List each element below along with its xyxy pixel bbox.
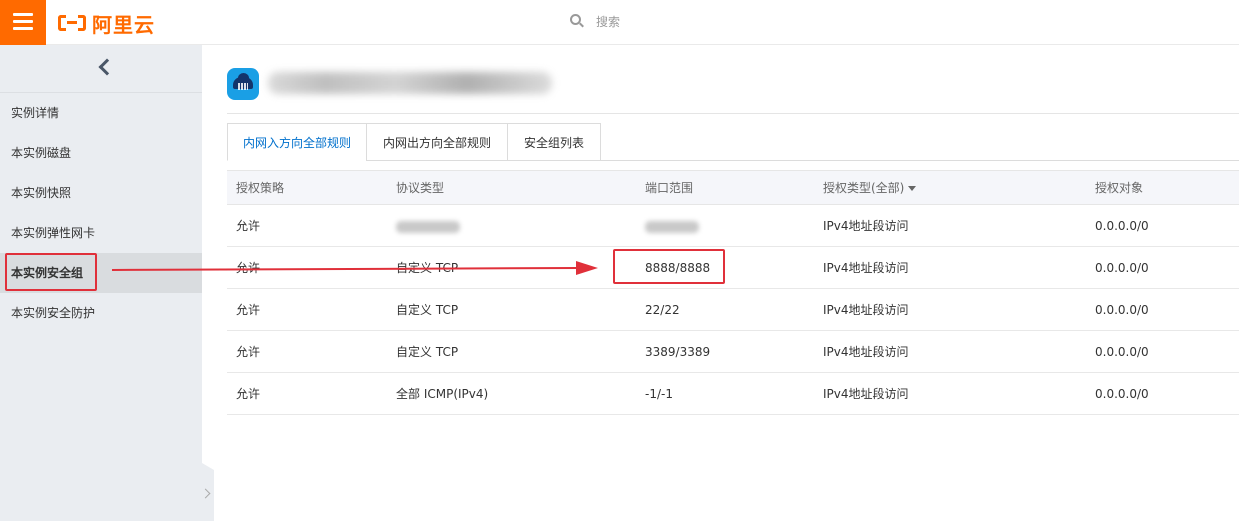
cell-target: 0.0.0.0/0	[1095, 345, 1149, 359]
cloud-server-icon	[227, 68, 259, 100]
col-header-auth-type[interactable]: 授权类型(全部)	[823, 171, 917, 206]
tab-baseline	[600, 160, 1239, 161]
col-header-auth-type-label: 授权类型(全部)	[823, 181, 905, 195]
table-header: 授权策略 协议类型 端口范围 授权类型(全部) 授权对象	[227, 170, 1239, 205]
table-row: 允许 自定义 TCP 22/22 IPv4地址段访问 0.0.0.0/0	[227, 289, 1239, 331]
cell-policy: 允许	[236, 387, 261, 401]
cell-auth-type: IPv4地址段访问	[823, 303, 909, 317]
cell-protocol: 全部 ICMP(IPv4)	[396, 387, 489, 401]
sidebar-item-instance-details[interactable]: 实例详情	[0, 93, 202, 133]
search-box[interactable]: 搜索	[570, 11, 620, 31]
cell-policy: 允许	[236, 303, 261, 317]
search-placeholder[interactable]: 搜索	[596, 13, 620, 30]
cell-protocol-redacted	[396, 205, 460, 247]
aliyun-logo-icon	[58, 13, 86, 33]
menu-icon[interactable]	[0, 0, 46, 45]
sidebar-item-label: 本实例快照	[11, 186, 72, 200]
table-row: 允许 IPv4地址段访问 0.0.0.0/0	[227, 205, 1239, 247]
cell-protocol: 自定义 TCP	[396, 261, 459, 275]
col-header-port: 端口范围	[645, 181, 694, 195]
cell-auth-type: IPv4地址段访问	[823, 261, 909, 275]
search-icon[interactable]	[570, 14, 584, 28]
annotation-box-security-group	[5, 253, 97, 291]
cell-port: 22/22	[645, 303, 680, 317]
sidebar-item-label: 实例详情	[11, 106, 60, 120]
cell-protocol: 自定义 TCP	[396, 303, 459, 317]
divider	[227, 113, 1239, 114]
brand-logo[interactable]: 阿里云	[58, 10, 155, 37]
top-bar: 阿里云 搜索	[0, 0, 1239, 45]
sidebar-item-snapshots[interactable]: 本实例快照	[0, 173, 202, 213]
col-header-target: 授权对象	[1095, 181, 1144, 195]
sidebar-item-label: 本实例安全防护	[11, 306, 96, 320]
cell-target: 0.0.0.0/0	[1095, 387, 1149, 401]
back-button[interactable]	[0, 45, 202, 93]
brand-name: 阿里云	[92, 12, 155, 37]
cell-policy: 允许	[236, 261, 261, 275]
col-header-protocol: 协议类型	[396, 181, 445, 195]
sidebar-item-disks[interactable]: 本实例磁盘	[0, 133, 202, 173]
cell-auth-type: IPv4地址段访问	[823, 345, 909, 359]
sidebar-item-label: 本实例弹性网卡	[11, 226, 96, 240]
tab-label: 内网出方向全部规则	[382, 136, 491, 150]
cell-policy: 允许	[236, 219, 261, 233]
chevron-left-icon	[98, 58, 116, 76]
cell-target: 0.0.0.0/0	[1095, 303, 1149, 317]
sidebar-item-eni[interactable]: 本实例弹性网卡	[0, 213, 202, 253]
tab-label: 内网入方向全部规则	[242, 136, 351, 150]
cell-target: 0.0.0.0/0	[1095, 261, 1149, 275]
cell-auth-type: IPv4地址段访问	[823, 219, 909, 233]
tab-security-group-list[interactable]: 安全组列表	[507, 123, 601, 161]
table-row: 允许 全部 ICMP(IPv4) -1/-1 IPv4地址段访问 0.0.0.0…	[227, 373, 1239, 415]
tab-outbound-rules[interactable]: 内网出方向全部规则	[366, 123, 508, 161]
cell-port: -1/-1	[645, 387, 673, 401]
table-row: 允许 自定义 TCP 8888/8888 IPv4地址段访问 0.0.0.0/0	[227, 247, 1239, 289]
instance-name-redacted	[268, 72, 552, 94]
cell-port: 3389/3389	[645, 345, 711, 359]
col-header-policy: 授权策略	[236, 181, 285, 195]
sidebar-item-security-protection[interactable]: 本实例安全防护	[0, 293, 202, 333]
cell-target: 0.0.0.0/0	[1095, 219, 1149, 233]
sidebar-item-label: 本实例磁盘	[11, 146, 72, 160]
table-row: 允许 自定义 TCP 3389/3389 IPv4地址段访问 0.0.0.0/0	[227, 331, 1239, 373]
tab-label: 安全组列表	[523, 136, 584, 150]
cell-policy: 允许	[236, 345, 261, 359]
caret-down-icon[interactable]	[908, 186, 917, 191]
annotation-box-port	[613, 249, 725, 284]
cell-auth-type: IPv4地址段访问	[823, 387, 909, 401]
cell-port-redacted	[645, 205, 699, 247]
tab-inbound-rules[interactable]: 内网入方向全部规则	[227, 123, 367, 161]
cell-protocol: 自定义 TCP	[396, 345, 459, 359]
